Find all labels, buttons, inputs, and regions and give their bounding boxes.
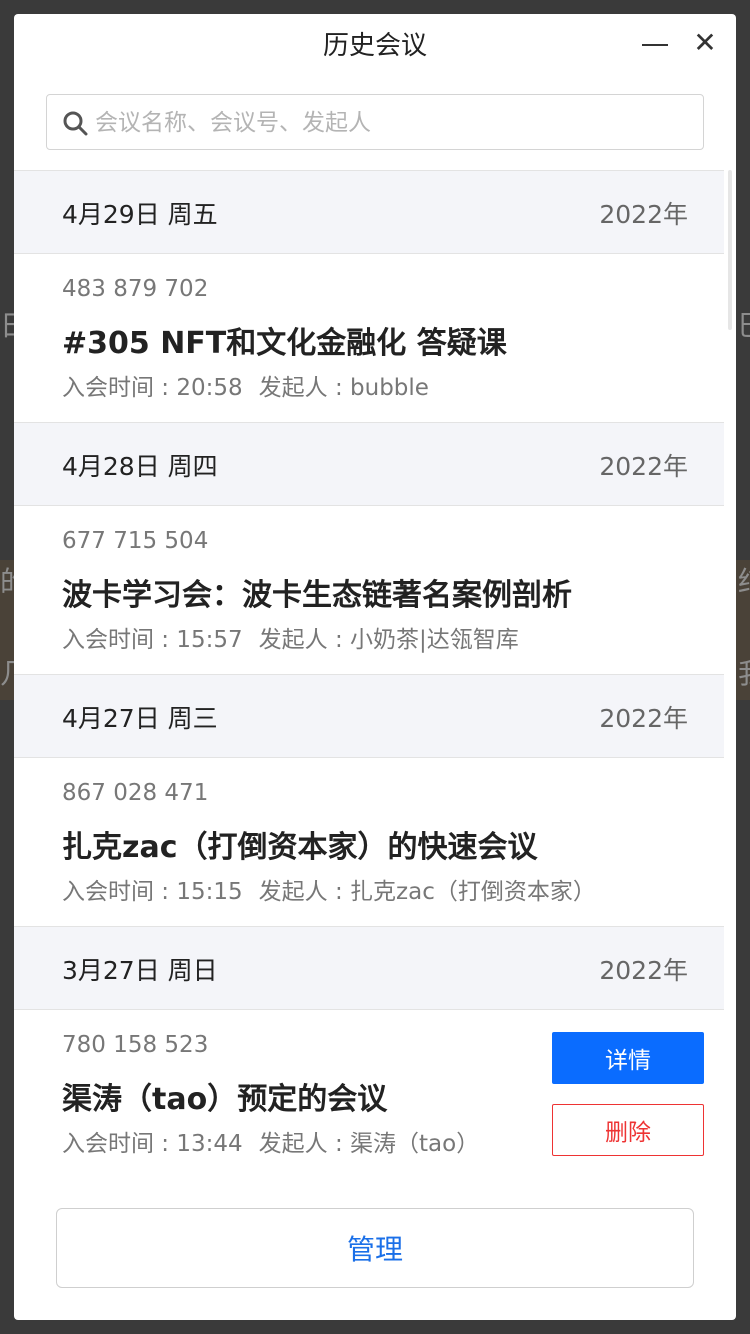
meeting-number: 483 879 702 bbox=[62, 276, 209, 302]
date-group-header: 4月28日 周四 2022年 bbox=[14, 422, 724, 506]
group-year: 2022年 bbox=[599, 956, 688, 985]
join-time: 入会时间 : 13:44 bbox=[62, 1131, 243, 1157]
join-time: 入会时间 : 15:15 bbox=[62, 879, 243, 905]
group-year: 2022年 bbox=[599, 200, 688, 229]
meeting-item[interactable]: 780 158 523 渠涛（tao）预定的会议 入会时间 : 13:44 发起人… bbox=[14, 1010, 724, 1178]
date-group-header: 4月27日 周三 2022年 bbox=[14, 674, 724, 758]
group-year: 2022年 bbox=[599, 452, 688, 481]
manage-button[interactable]: 管理 bbox=[56, 1208, 694, 1288]
host: 发起人 : bubble bbox=[258, 375, 429, 401]
meeting-history-list: 4月29日 周五 2022年 483 879 702 #305 NFT和文化金融… bbox=[14, 170, 724, 1178]
meeting-item[interactable]: 867 028 471 扎克zac（打倒资本家）的快速会议 入会时间 : 15:… bbox=[14, 758, 724, 926]
meeting-info: 入会时间 : 15:15 发起人 : 扎克zac（打倒资本家） bbox=[62, 872, 596, 906]
group-year: 2022年 bbox=[599, 704, 688, 733]
meeting-info: 入会时间 : 20:58 发起人 : bubble bbox=[62, 368, 429, 402]
meeting-name: #305 NFT和文化金融化 答疑课 bbox=[62, 326, 507, 361]
host: 发起人 : 扎克zac（打倒资本家） bbox=[258, 879, 596, 905]
meeting-number: 867 028 471 bbox=[62, 780, 209, 806]
group-date: 4月28日 周四 bbox=[62, 452, 218, 481]
meeting-info: 入会时间 : 13:44 发起人 : 渠涛（tao） bbox=[62, 1124, 479, 1158]
meeting-info: 入会时间 : 15:57 发起人 : 小奶茶|达瓴智库 bbox=[62, 620, 519, 654]
meeting-name: 波卡学习会：波卡生态链著名案例剖析 bbox=[62, 578, 572, 613]
dialog-title: 历史会议 bbox=[322, 31, 427, 61]
search-box[interactable] bbox=[46, 94, 704, 151]
meeting-name: 渠涛（tao）预定的会议 bbox=[62, 1082, 388, 1117]
host: 发起人 : 小奶茶|达瓴智库 bbox=[258, 627, 519, 653]
search-icon bbox=[63, 111, 88, 136]
meeting-number: 677 715 504 bbox=[62, 528, 209, 554]
join-time: 入会时间 : 20:58 bbox=[62, 375, 243, 401]
delete-button[interactable]: 删除 bbox=[552, 1104, 704, 1156]
group-date: 4月29日 周五 bbox=[62, 200, 218, 229]
close-icon[interactable]: ✕ bbox=[690, 28, 720, 58]
background-text: 巴 bbox=[738, 312, 750, 340]
scrollbar[interactable] bbox=[724, 170, 736, 1190]
host: 发起人 : 渠涛（tao） bbox=[258, 1131, 480, 1157]
meeting-item[interactable]: 677 715 504 波卡学习会：波卡生态链著名案例剖析 入会时间 : 15:… bbox=[14, 506, 724, 674]
minimize-icon[interactable] bbox=[640, 30, 670, 60]
history-meetings-dialog: 历史会议 ✕ 4月29日 周五 2022年 483 879 702 #305 N… bbox=[14, 14, 736, 1320]
join-time: 入会时间 : 15:57 bbox=[62, 627, 243, 653]
title-bar: 历史会议 ✕ bbox=[14, 14, 736, 80]
meeting-number: 780 158 523 bbox=[62, 1032, 209, 1058]
background-text: 我 bbox=[738, 660, 750, 688]
group-date: 4月27日 周三 bbox=[62, 704, 218, 733]
meeting-name: 扎克zac（打倒资本家）的快速会议 bbox=[62, 830, 538, 865]
meeting-item[interactable]: 483 879 702 #305 NFT和文化金融化 答疑课 入会时间 : 20… bbox=[14, 254, 724, 422]
detail-button[interactable]: 详情 bbox=[552, 1032, 704, 1084]
group-date: 3月27日 周日 bbox=[62, 956, 218, 985]
date-group-header: 4月29日 周五 2022年 bbox=[14, 170, 724, 254]
date-group-header: 3月27日 周日 2022年 bbox=[14, 926, 724, 1010]
background-text: 结 bbox=[738, 568, 750, 596]
search-input[interactable] bbox=[93, 95, 697, 151]
scrollbar-thumb[interactable] bbox=[728, 170, 732, 330]
